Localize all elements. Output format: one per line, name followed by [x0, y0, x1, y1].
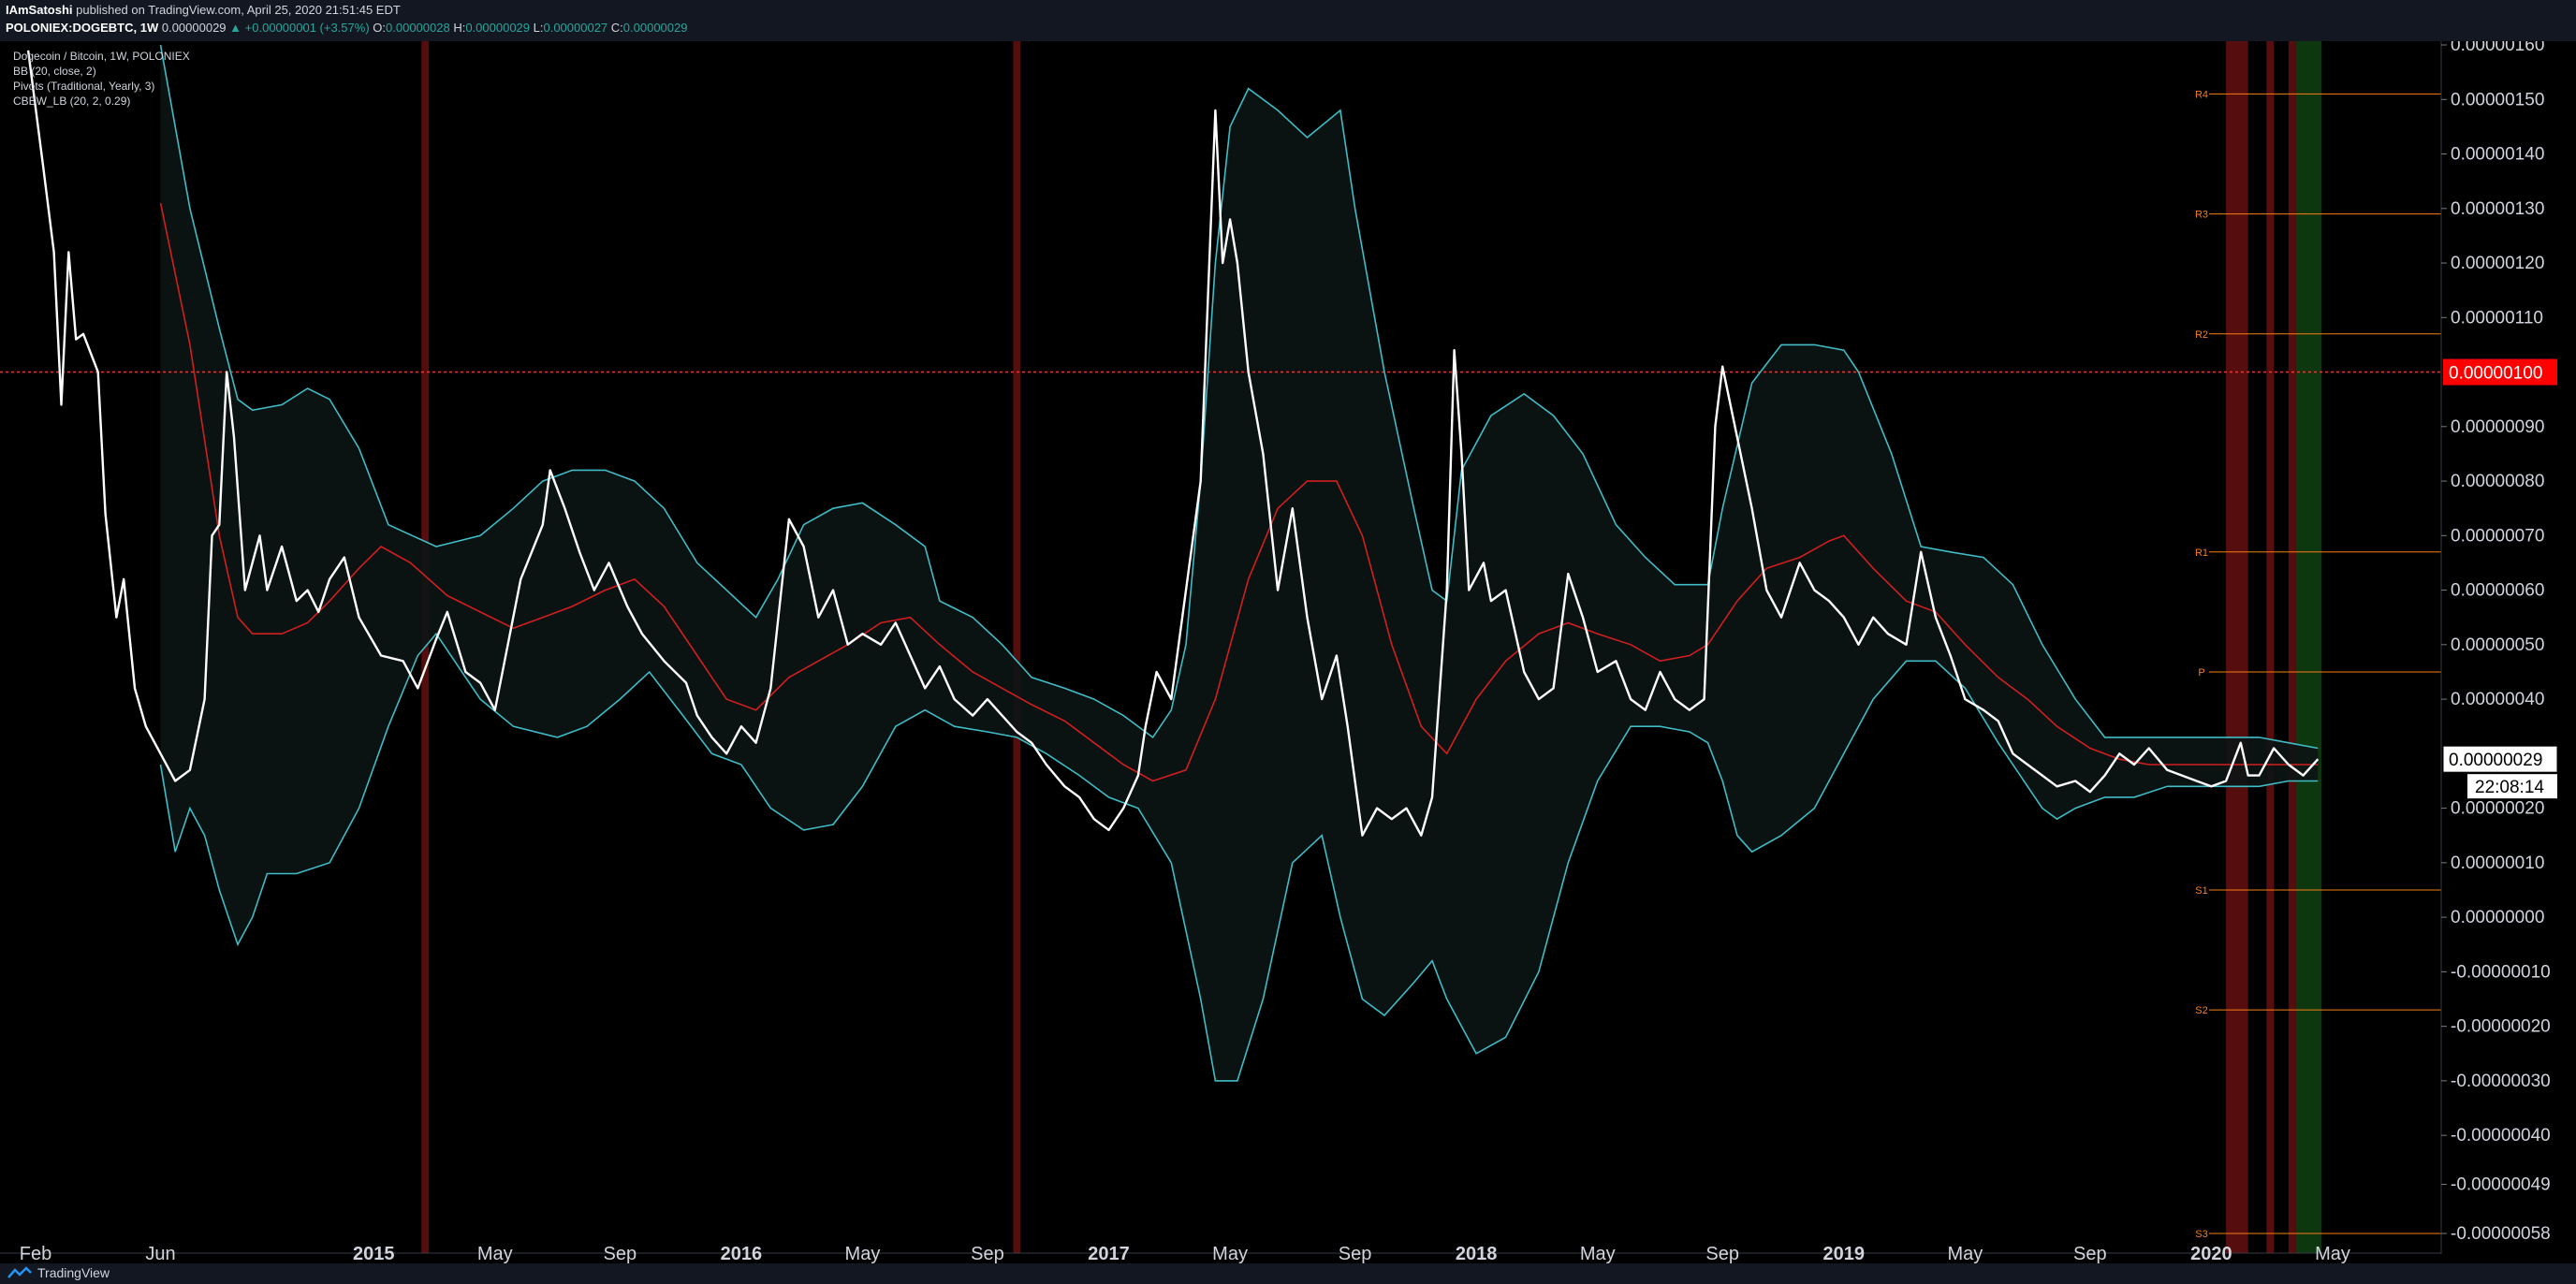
pivot-label-s3: S3: [2195, 1229, 2207, 1240]
x-tick-label: May: [477, 1244, 513, 1264]
x-tick-label: Sep: [1705, 1244, 1739, 1264]
publisher-line: IAmSatoshi published on TradingView.com,…: [6, 3, 401, 17]
pivot-label-p: P: [2198, 667, 2204, 678]
x-tick-label: Feb: [20, 1244, 51, 1264]
low-label: L:: [533, 21, 544, 35]
x-tick-label: 2019: [1823, 1244, 1866, 1264]
legend-line-3: CBBW_LB (20, 2, 0.29): [13, 95, 130, 108]
y-tick-label: 0.00000010: [2451, 854, 2544, 873]
y-tick-label: 0.00000050: [2451, 635, 2544, 655]
low-value: 0.00000027: [543, 21, 608, 35]
y-tick-label: 0.00000110: [2451, 308, 2543, 328]
x-tick-label: May: [2315, 1244, 2350, 1264]
x-tick-label: Sep: [2073, 1244, 2107, 1264]
highlight-zone-2: [2226, 41, 2248, 1253]
y-tick-label: 0.00000040: [2451, 690, 2544, 709]
pivot-label-r3: R3: [2195, 210, 2208, 221]
legend-line-1: BB (20, close, 2): [13, 65, 96, 78]
x-tick-label: Jun: [145, 1244, 175, 1264]
y-tick-label: 0.00000020: [2451, 799, 2544, 819]
x-tick-label: May: [1580, 1244, 1616, 1264]
pivot-label-s1: S1: [2195, 885, 2207, 897]
pivot-label-r4: R4: [2195, 89, 2208, 100]
y-tick-label: -0.00000010: [2451, 962, 2551, 982]
open-value: 0.00000028: [386, 21, 450, 35]
y-tick-label: 0.00000060: [2451, 581, 2544, 601]
y-tick-label: 0.00000070: [2451, 526, 2544, 546]
x-tick-label: Sep: [1339, 1244, 1372, 1264]
legend-line-2: Pivots (Traditional, Yearly, 3): [13, 80, 154, 93]
y-tick-label: 0.00000120: [2451, 254, 2544, 273]
header: IAmSatoshi published on TradingView.com,…: [0, 0, 2576, 41]
x-tick-label: 2015: [353, 1244, 395, 1264]
quote-line: POLONIEX:DOGEBTC, 1W 0.00000029 ▲ +0.000…: [6, 21, 687, 35]
x-tick-label: 2018: [1456, 1244, 1498, 1264]
y-tick-label: -0.00000058: [2451, 1224, 2551, 1244]
last-price: 0.00000029: [161, 21, 227, 35]
y-tick-label: 0.00000150: [2451, 90, 2544, 109]
footer: TradingView: [0, 1263, 2576, 1284]
last-price-badge-text: 0.00000029: [2449, 751, 2542, 770]
y-tick-label: 0.00000000: [2451, 908, 2544, 927]
x-tick-label: Sep: [971, 1244, 1004, 1264]
close-value: 0.00000029: [622, 21, 688, 35]
symbol[interactable]: POLONIEX:DOGEBTC, 1W: [6, 21, 158, 35]
y-tick-label: 0.00000090: [2451, 417, 2544, 437]
high-label: H:: [453, 21, 466, 35]
highlight-zone-4: [2288, 41, 2296, 1253]
price-change: ▲ +0.00000001 (+3.57%): [229, 21, 370, 35]
x-tick-label: May: [1212, 1244, 1248, 1264]
tradingview-brand[interactable]: TradingView: [7, 1265, 110, 1280]
publisher-user[interactable]: IAmSatoshi: [6, 3, 73, 17]
brand-label: TradingView: [37, 1265, 110, 1280]
hline-price-badge-text: 0.00000100: [2449, 364, 2542, 384]
x-tick-label: 2020: [2190, 1244, 2232, 1264]
open-label: O:: [373, 21, 387, 35]
y-tick-label: -0.00000040: [2451, 1126, 2551, 1145]
pivot-label-r2: R2: [2195, 329, 2208, 341]
y-tick-label: 0.00000130: [2451, 199, 2544, 219]
highlight-zone-1: [1013, 41, 1021, 1253]
countdown-badge-text: 22:08:14: [2475, 778, 2544, 797]
y-tick-label: -0.00000030: [2451, 1072, 2551, 1091]
highlight-zone-5: [2295, 41, 2322, 1253]
y-tick-label: 0.00000140: [2451, 145, 2544, 165]
close-label: C:: [610, 21, 623, 35]
chart[interactable]: R4R3R2R1PS1S2S3 0.000001600.000001500.00…: [0, 0, 2576, 1284]
x-tick-label: 2016: [721, 1244, 763, 1264]
x-tick-label: May: [1947, 1244, 1983, 1264]
pivot-label-s2: S2: [2195, 1005, 2207, 1016]
y-tick-label: -0.00000020: [2451, 1017, 2551, 1037]
x-tick-label: May: [845, 1244, 881, 1264]
pivot-label-r1: R1: [2195, 547, 2208, 559]
publisher-text: published on TradingView.com, April 25, …: [72, 3, 401, 17]
high-value: 0.00000029: [465, 21, 531, 35]
x-tick-label: 2017: [1088, 1244, 1130, 1264]
tradingview-logo-icon: [7, 1266, 32, 1278]
x-tick-label: Sep: [604, 1244, 637, 1264]
y-tick-label: 0.00000080: [2451, 472, 2544, 491]
legend-line-0: Dogecoin / Bitcoin, 1W, POLONIEX: [13, 50, 190, 63]
y-tick-label: -0.00000049: [2451, 1175, 2551, 1195]
highlight-zone-3: [2266, 41, 2275, 1253]
